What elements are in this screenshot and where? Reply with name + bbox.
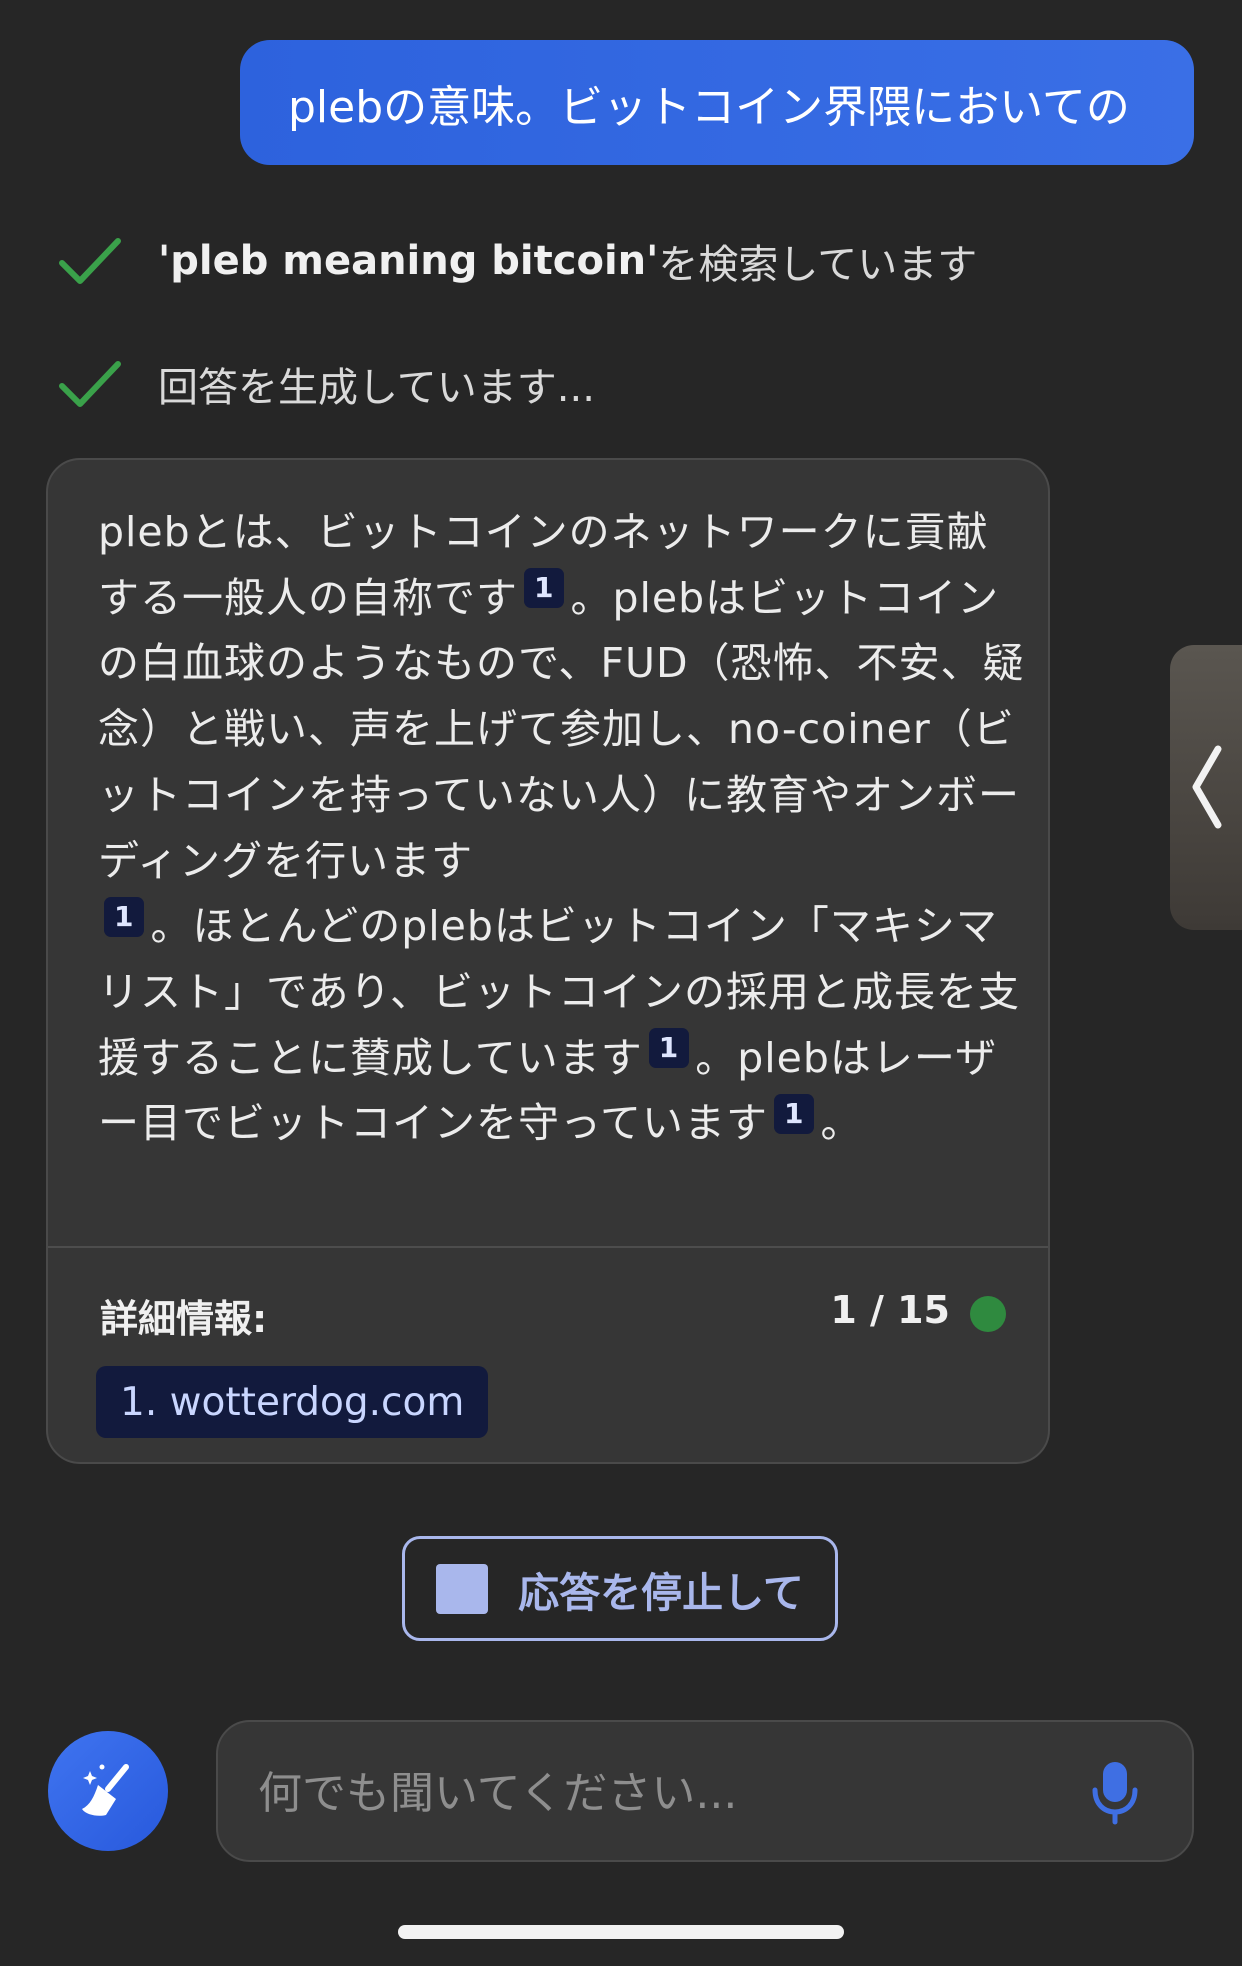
generating-status-text: 回答を生成しています... bbox=[158, 365, 595, 411]
search-query: 'pleb meaning bitcoin' bbox=[158, 238, 659, 284]
answer-card: plebとは、ビットコインのネットワークに貢献する一般人の自称です 1 。plebは… bbox=[46, 458, 1050, 1464]
user-message-bubble: plebの意味。ビットコイン界隈においての bbox=[240, 40, 1194, 165]
citation-marker[interactable]: 1 bbox=[648, 1027, 690, 1068]
chat-input[interactable] bbox=[256, 1756, 1060, 1830]
stop-response-button[interactable]: 応答を停止して bbox=[402, 1536, 838, 1641]
check-icon bbox=[59, 238, 121, 284]
citation-marker[interactable]: 1 bbox=[773, 1093, 815, 1134]
microphone-icon[interactable] bbox=[1090, 1760, 1140, 1826]
status-generating: 回答を生成しています... bbox=[58, 355, 595, 413]
card-divider bbox=[48, 1246, 1048, 1248]
chat-input-box[interactable] bbox=[216, 1720, 1194, 1862]
answer-text: plebとは、ビットコインのネットワークに貢献する一般人の自称です 1 。plebは… bbox=[98, 500, 1028, 1157]
citation-marker[interactable]: 1 bbox=[524, 568, 565, 609]
source-link-label: 1. wotterdog.com bbox=[120, 1379, 465, 1425]
broom-icon bbox=[82, 1764, 129, 1816]
source-link[interactable]: 1. wotterdog.com bbox=[96, 1366, 489, 1438]
more-info-label: 詳細情報: bbox=[100, 1297, 268, 1341]
search-status-text: を検索しています bbox=[658, 242, 978, 288]
status-dot bbox=[970, 1296, 1006, 1332]
new-topic-button[interactable] bbox=[48, 1731, 168, 1851]
check-icon bbox=[59, 361, 121, 407]
stop-icon bbox=[436, 1563, 489, 1614]
status-searching: 'pleb meaning bitcoin' を検索しています bbox=[58, 232, 977, 290]
side-panel-handle[interactable] bbox=[1170, 645, 1242, 930]
answer-segment: 。 bbox=[820, 1099, 863, 1148]
home-indicator bbox=[398, 1925, 844, 1939]
stop-button-label: 応答を停止して bbox=[518, 1568, 804, 1617]
user-message-text: plebの意味。ビットコイン界隈においての bbox=[288, 81, 1130, 133]
citation-marker[interactable]: 1 bbox=[104, 896, 145, 937]
chevron-left-icon bbox=[1192, 745, 1222, 829]
response-count: 1 / 15 bbox=[830, 1288, 950, 1332]
